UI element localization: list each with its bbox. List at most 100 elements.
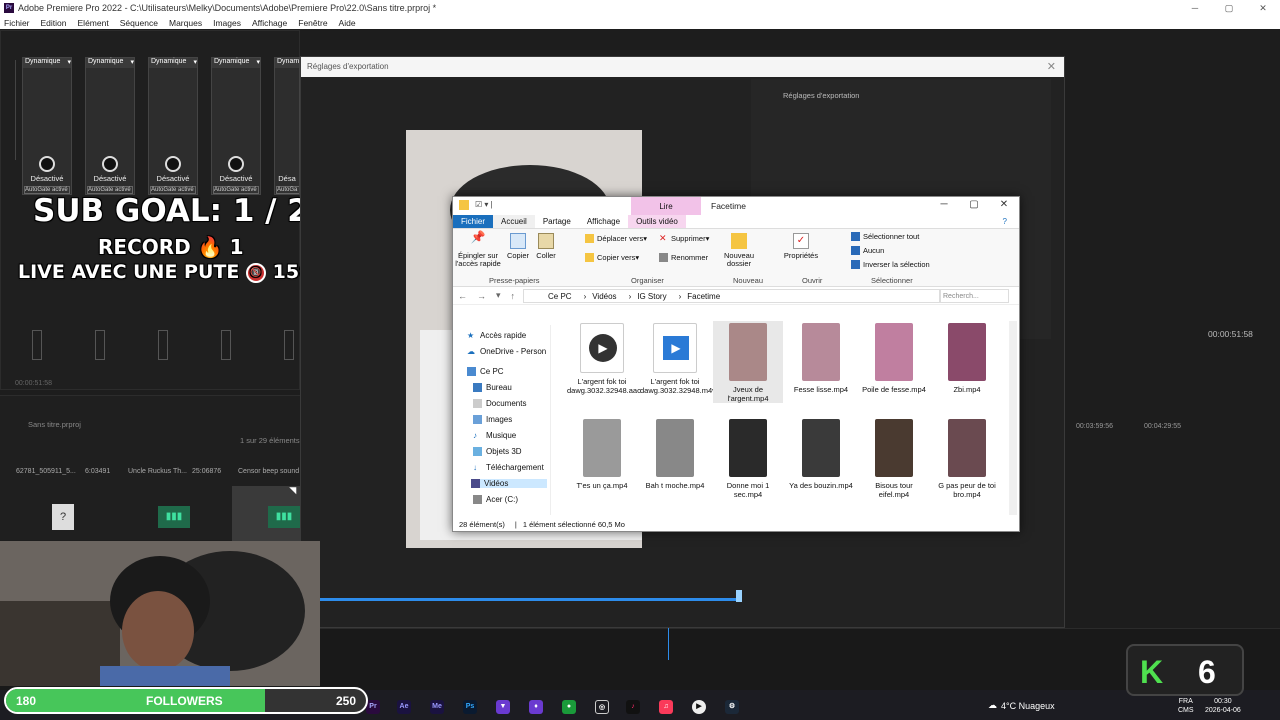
delete-button[interactable]: ✕ Supprimer ▾ <box>659 234 709 244</box>
nav-quick-access[interactable]: ★ Accès rapide <box>467 331 526 340</box>
clip-name[interactable]: 62781_505911_5... <box>16 468 76 475</box>
scrollbar[interactable] <box>1009 321 1017 515</box>
play-tab[interactable]: Lire <box>631 197 701 215</box>
mixer-channel[interactable]: Dynamique ▾ Désactivé AutoGate activé <box>22 57 72 195</box>
menu-edit[interactable]: Edition <box>41 18 67 28</box>
nav-desktop[interactable]: Bureau <box>473 383 512 392</box>
knob-icon[interactable] <box>165 156 181 172</box>
premiere-icon[interactable]: Pr <box>366 700 380 714</box>
maximize-button[interactable]: ▢ <box>1212 0 1246 16</box>
file-item-selected[interactable]: Jveux de l'argent.mp4 <box>713 321 783 403</box>
file-item[interactable]: Bisous tour eifel.mp4 <box>859 417 929 499</box>
forward-arrow-icon[interactable]: → <box>477 291 486 301</box>
mixer-channel[interactable]: Dynami Désa AutoGa <box>274 57 300 195</box>
nav-onedrive[interactable]: ☁ OneDrive - Person <box>467 347 546 356</box>
menu-clip[interactable]: Elément <box>78 18 109 28</box>
menu-file[interactable]: Fichier <box>4 18 30 28</box>
clock[interactable]: 00:30 2026-04-06 <box>1205 697 1241 715</box>
breadcrumb[interactable]: Vidéos <box>592 292 616 301</box>
nav-3d-objects[interactable]: Objets 3D <box>473 447 522 456</box>
address-bar[interactable]: Ce PC › Vidéos › IG Story › Facetime <box>523 289 941 303</box>
nav-drive-c[interactable]: Acer (C:) <box>473 495 518 504</box>
menu-window[interactable]: Fenêtre <box>298 18 327 28</box>
rename-button[interactable]: Renommer <box>659 253 708 262</box>
close-button[interactable]: ✕ <box>1246 0 1280 16</box>
audio-waveform-icon[interactable]: ▮▮▮ <box>268 506 300 528</box>
maximize-button[interactable]: ▢ <box>959 197 989 213</box>
help-icon[interactable]: ? <box>995 215 1015 229</box>
export-timeline-bar[interactable] <box>320 598 742 601</box>
copy-to-button[interactable]: Copier vers ▾ <box>585 253 639 262</box>
nav-videos[interactable]: Vidéos <box>471 479 547 488</box>
quick-access-toolbar[interactable]: ☑ ▾ | <box>475 200 493 209</box>
file-item[interactable]: Poile de fesse.mp4 <box>859 321 929 394</box>
select-all-button[interactable]: Sélectionner tout <box>851 232 919 241</box>
app-icon[interactable]: ♦ <box>529 700 543 714</box>
copy-button[interactable]: Copier <box>505 233 531 260</box>
minimize-button[interactable]: ─ <box>929 197 959 213</box>
mixer-channel[interactable]: Dynamique ▾ Désactivé AutoGate activé <box>85 57 135 195</box>
nav-documents[interactable]: Documents <box>473 399 526 408</box>
pin-button[interactable]: 📌 Épingler sur l'accès rapide <box>455 231 501 268</box>
unknown-file-icon[interactable]: ? <box>52 504 74 530</box>
paste-button[interactable]: Coller <box>533 233 559 260</box>
mixer-channel[interactable]: Dynamique ▾ Désactivé AutoGate activé <box>148 57 198 195</box>
mixer-channel[interactable]: Dynamique ▾ Désactivé AutoGate activé <box>211 57 261 195</box>
minimize-button[interactable]: ─ <box>1178 0 1212 16</box>
knob-icon[interactable] <box>39 156 55 172</box>
tab-file[interactable]: Fichier <box>453 215 494 228</box>
knob-icon[interactable] <box>102 156 118 172</box>
playhead-icon[interactable] <box>736 590 742 602</box>
knob-icon[interactable] <box>228 156 244 172</box>
file-item[interactable]: Zbi.mp4 <box>932 321 1002 394</box>
file-item[interactable]: Fesse lisse.mp4 <box>786 321 856 394</box>
nav-this-pc[interactable]: Ce PC <box>467 367 504 376</box>
menu-view[interactable]: Affichage <box>252 18 287 28</box>
music-icon[interactable]: ♫ <box>659 700 673 714</box>
close-button[interactable]: ✕ <box>989 197 1019 213</box>
file-item[interactable]: ▶ L'argent fok toi dawg.3032.32948.m4v <box>640 321 716 395</box>
select-none-button[interactable]: Aucun <box>851 246 884 255</box>
file-item[interactable]: Ya des bouzin.mp4 <box>786 417 856 490</box>
audio-waveform-icon[interactable]: ▮▮▮ <box>158 506 190 528</box>
properties-button[interactable]: ✓ Propriétés <box>781 233 821 260</box>
nav-music[interactable]: ♪ Musique <box>473 431 516 440</box>
menu-graphics[interactable]: Images <box>213 18 241 28</box>
steam-icon[interactable]: ⚙ <box>725 700 739 714</box>
file-item[interactable]: Bah t moche.mp4 <box>640 417 710 490</box>
clip-name[interactable]: Uncle Ruckus Th... <box>128 468 187 475</box>
breadcrumb[interactable]: Ce PC <box>548 292 572 301</box>
chevron-down-icon[interactable]: ▾ <box>496 290 501 301</box>
up-arrow-icon[interactable]: ↑ <box>511 291 516 301</box>
move-to-button[interactable]: Déplacer vers ▾ <box>585 234 647 243</box>
language-indicator[interactable]: FRA CMS <box>1178 697 1194 715</box>
clip-name[interactable]: Censor beep sound <box>238 468 299 475</box>
file-item[interactable]: G pas peur de toi bro.mp4 <box>932 417 1002 499</box>
breadcrumb[interactable]: IG Story <box>637 292 666 301</box>
app-icon[interactable]: ● <box>562 700 576 714</box>
breadcrumb[interactable]: Facetime <box>687 292 720 301</box>
file-item[interactable]: ▶ L'argent fok toi dawg.3032.32948.aac <box>567 321 641 395</box>
file-item[interactable]: Donne moi 1 sec.mp4 <box>713 417 783 499</box>
close-icon[interactable]: ✕ <box>1047 60 1056 73</box>
media-player-icon[interactable]: ▶ <box>692 700 706 714</box>
tab-video-tools[interactable]: Outils vidéo <box>628 215 686 228</box>
tab-view[interactable]: Affichage <box>579 215 628 228</box>
weather-widget[interactable]: ☁ 4°C Nuageux <box>988 700 1055 711</box>
tab-home[interactable]: Accueil <box>493 215 535 228</box>
tiktok-icon[interactable]: ♪ <box>626 700 640 714</box>
menu-markers[interactable]: Marques <box>169 18 202 28</box>
file-item[interactable]: T'es un ça.mp4 <box>567 417 637 490</box>
timeline-playhead[interactable] <box>668 628 669 660</box>
search-input[interactable]: Recherch... <box>939 289 1009 303</box>
photoshop-icon[interactable]: Ps <box>463 700 477 714</box>
tab-share[interactable]: Partage <box>535 215 579 228</box>
menu-sequence[interactable]: Séquence <box>120 18 158 28</box>
invert-selection-button[interactable]: Inverser la sélection <box>851 260 930 269</box>
menu-help[interactable]: Aide <box>339 18 356 28</box>
app-icon[interactable]: ▼ <box>496 700 510 714</box>
after-effects-icon[interactable]: Ae <box>397 700 411 714</box>
nav-downloads[interactable]: ↓ Téléchargement <box>473 463 544 472</box>
new-folder-button[interactable]: Nouveau dossier <box>719 233 759 268</box>
chrome-icon[interactable]: ◎ <box>595 700 609 714</box>
